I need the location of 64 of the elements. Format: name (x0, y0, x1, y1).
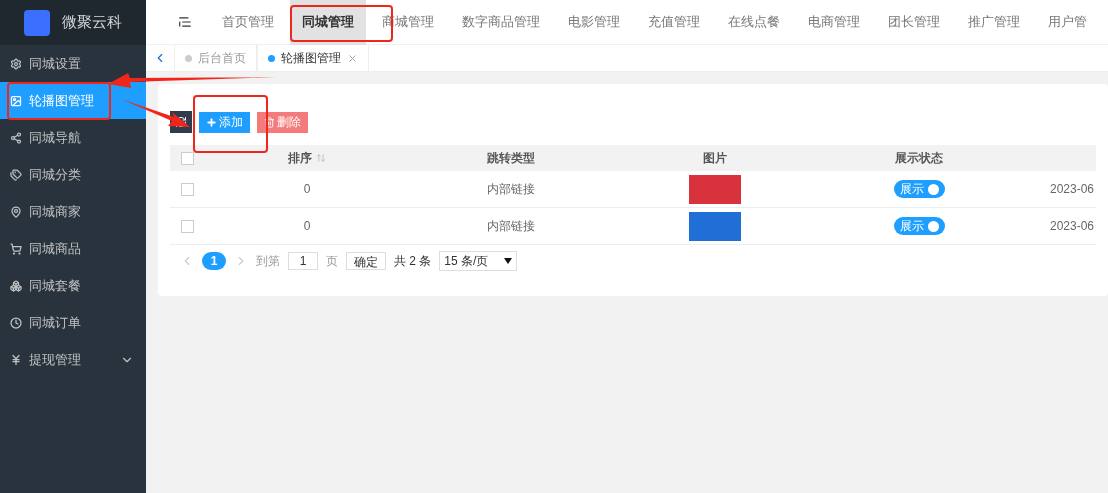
photo-placeholder (689, 211, 741, 241)
select-all-checkbox[interactable] (181, 151, 194, 165)
gear-icon (10, 57, 22, 70)
page-tab[interactable]: 轮播图管理 (257, 45, 369, 71)
nav-tab[interactable]: 团长管理 (876, 0, 952, 45)
nav-tab[interactable]: 电影管理 (556, 0, 632, 45)
logo-icon (24, 9, 50, 36)
menu-icon[interactable] (178, 15, 192, 29)
trash-icon (264, 116, 275, 128)
page-size-select[interactable]: 15 条/页 (439, 251, 518, 271)
yen-icon (10, 353, 22, 366)
clock-icon (10, 316, 22, 329)
column-header: 展示状态 (895, 150, 943, 167)
nav-tab[interactable]: 数字商品管理 (450, 0, 552, 45)
nav-tab[interactable]: 充值管理 (636, 0, 712, 45)
table-cell-text: 内部链接 (487, 181, 535, 198)
table-cell-text: 内部链接 (487, 218, 535, 235)
column-header: 图片 (703, 150, 727, 167)
page-number[interactable]: 1 (202, 252, 226, 270)
status-toggle[interactable]: 展示 (893, 180, 945, 198)
table-cell-text: 0 (303, 218, 311, 235)
plus-icon (206, 116, 217, 128)
sidebar-item[interactable]: 同城商家 (0, 193, 146, 230)
goto-label: 到第 (256, 253, 280, 270)
annotation-arrow (121, 99, 190, 127)
delete-button[interactable]: 删除 (257, 111, 308, 133)
nav-tab[interactable]: 推广管理 (956, 0, 1032, 45)
total-count: 共 2 条 (394, 253, 432, 270)
nav-tab[interactable]: 电商管理 (796, 0, 872, 45)
tags-icon (10, 168, 22, 181)
photo-placeholder (689, 174, 741, 204)
map-pin-icon (10, 205, 22, 218)
sidebar-item[interactable]: 同城导航 (0, 119, 146, 156)
table-cell-text: 2023-06 (1049, 218, 1094, 235)
table-cell-text: 2023-06 (1049, 181, 1094, 198)
status-toggle[interactable]: 展示 (893, 217, 945, 235)
page-unit: 页 (326, 253, 338, 270)
sort-icon[interactable] (316, 153, 326, 163)
column-header: 跳转类型 (487, 150, 535, 167)
sidebar-item[interactable]: 同城商品 (0, 230, 146, 267)
sidebar-item[interactable]: 同城设置 (0, 45, 146, 82)
cart-icon (10, 242, 22, 255)
nav-tab[interactable]: 在线点餐 (716, 0, 792, 45)
row-checkbox[interactable] (181, 182, 194, 196)
sidebar-item[interactable]: 同城订单 (0, 304, 146, 341)
dropdown-arrow-icon (504, 258, 513, 264)
logo-text: 微聚云科 (62, 12, 122, 33)
cubes-icon (10, 279, 22, 292)
row-checkbox[interactable] (181, 219, 194, 233)
nav-tab[interactable]: 同城管理 (290, 0, 366, 45)
sidebar-item[interactable]: 同城套餐 (0, 267, 146, 304)
close-icon[interactable] (347, 52, 358, 64)
add-button[interactable]: 添加 (199, 111, 250, 133)
nav-tab[interactable]: 用户管 (1036, 0, 1099, 45)
nav-tab[interactable]: 首页管理 (210, 0, 286, 45)
sidebar-item[interactable]: 同城分类 (0, 156, 146, 193)
sidebar-item[interactable]: 提现管理 (0, 341, 146, 378)
confirm-button[interactable]: 确定 (346, 252, 386, 270)
page-input[interactable]: 1 (288, 252, 318, 270)
image-icon (10, 94, 22, 107)
page-tab[interactable]: 后台首页 (174, 45, 257, 71)
table-cell-text: 0 (303, 181, 311, 198)
column-header[interactable]: 排序 (288, 149, 312, 167)
share-icon (10, 131, 22, 144)
